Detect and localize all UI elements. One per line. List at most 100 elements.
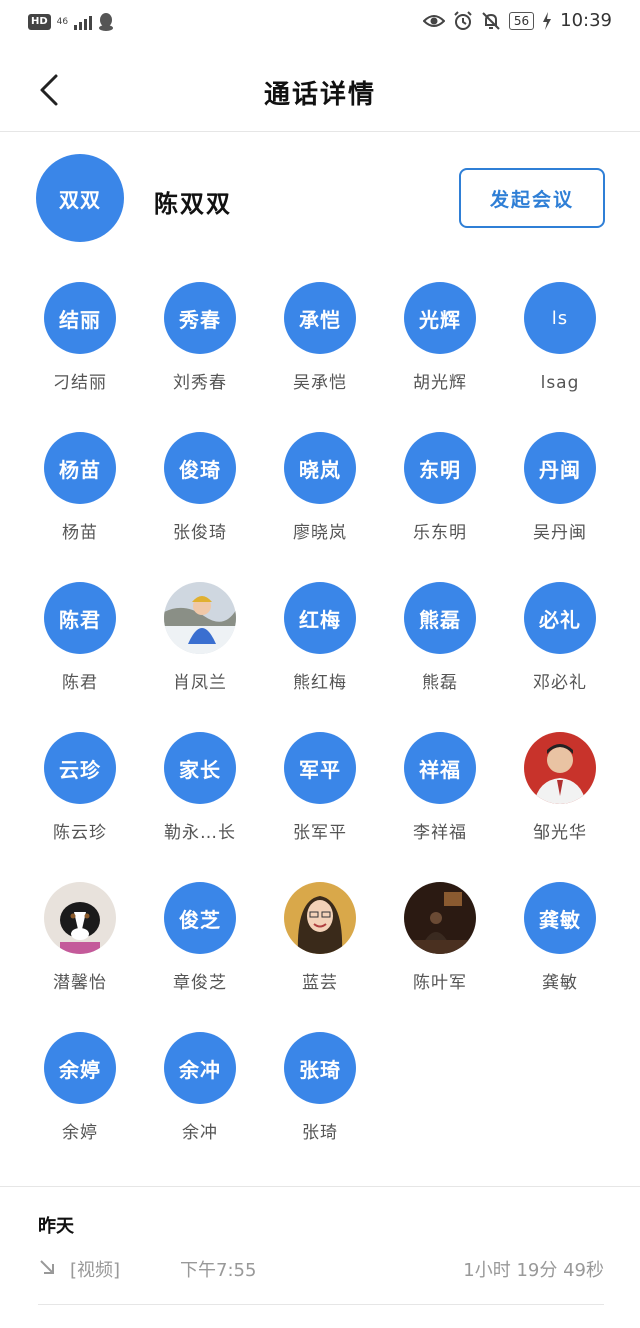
contact-name: 章俊芝 [173, 973, 227, 993]
contact-item[interactable]: 云珍 陈云珍 [20, 732, 140, 844]
page-title: 通话详情 [263, 80, 376, 110]
contact-avatar[interactable]: 云珍 [44, 732, 116, 804]
qq-icon [99, 13, 114, 31]
incoming-arrow-icon [40, 1260, 54, 1274]
contact-item[interactable]: 杨苗 杨苗 [20, 432, 140, 544]
contact-item[interactable]: 俊芝 章俊芝 [140, 882, 260, 994]
contact-photo-avatar[interactable] [524, 732, 596, 804]
contact-item[interactable]: 祥福 李祥福 [380, 732, 500, 844]
eye-icon [422, 14, 445, 27]
contact-photo-avatar[interactable] [284, 882, 356, 954]
contact-name: 熊磊 [422, 673, 458, 693]
contact-item[interactable]: 晓岚 廖晓岚 [260, 432, 380, 544]
contact-avatar[interactable]: 晓岚 [284, 432, 356, 504]
contact-name: 胡光辉 [413, 373, 467, 393]
contact-item[interactable]: 俊琦 张俊琦 [140, 432, 260, 544]
contact-name: 邹光华 [533, 823, 587, 843]
contact-item[interactable]: 张琦 张琦 [260, 1032, 380, 1144]
contact-item[interactable]: 陈君 陈君 [20, 582, 140, 694]
contact-avatar[interactable]: 俊芝 [164, 882, 236, 954]
contact-item[interactable]: 余冲 余冲 [140, 1032, 260, 1144]
contact-name: 吴丹闽 [533, 523, 587, 543]
contact-item[interactable]: 蓝芸 [260, 882, 380, 994]
contact-avatar[interactable]: 红梅 [284, 582, 356, 654]
contact-item[interactable]: 丹闽 吴丹闽 [500, 432, 620, 544]
status-time: 10:39 [560, 10, 612, 31]
contact-name: 刘秀春 [173, 373, 227, 393]
section-divider [0, 1186, 640, 1187]
contact-item[interactable]: 军平 张军平 [260, 732, 380, 844]
battery-level: 56 [508, 11, 535, 30]
alarm-icon [454, 10, 472, 30]
contact-item[interactable]: 秀春 刘秀春 [140, 282, 260, 394]
owner-avatar[interactable]: 双双 [36, 154, 124, 242]
status-bar: HD 46 56 10:39 [0, 0, 640, 48]
contact-avatar[interactable]: 家长 [164, 732, 236, 804]
contact-item[interactable]: 家长勒永…长 [140, 732, 260, 844]
start-meeting-button[interactable]: 发起会议 [459, 168, 605, 228]
call-owner: 双双 陈双双 发起会议 [0, 152, 640, 244]
contact-avatar[interactable]: 龚敏 [524, 882, 596, 954]
hd-badge: HD [28, 14, 51, 30]
contact-name: 勒永…长 [164, 823, 236, 843]
contact-name: 肖凤兰 [173, 673, 227, 693]
contact-item[interactable]: 邹光华 [500, 732, 620, 844]
contact-avatar[interactable]: 东明 [404, 432, 476, 504]
contact-item[interactable]: 光辉 胡光辉 [380, 282, 500, 394]
call-time: 下午7:55 [180, 1260, 257, 1281]
contact-avatar[interactable]: 余冲 [164, 1032, 236, 1104]
contact-name: 乐东明 [413, 523, 467, 543]
contact-item[interactable]: 熊磊 熊磊 [380, 582, 500, 694]
participants-grid: 结丽 刁结丽 秀春 刘秀春 承恺 吴承恺 光辉 胡光辉 ls lsag 杨苗 杨苗 俊琦 张俊琦 晓岚 廖晓岚… [20, 282, 620, 1144]
signal-icon [74, 14, 93, 30]
contact-name: 吴承恺 [293, 373, 347, 393]
call-record[interactable]: [视频] 下午7:55 1小时 19分 49秒 [38, 1254, 604, 1286]
contact-avatar[interactable]: ls [524, 282, 596, 354]
contact-name: lsag [540, 373, 580, 393]
contact-name: 潜馨怡 [53, 973, 107, 993]
contact-item[interactable]: ls lsag [500, 282, 620, 394]
contact-avatar[interactable]: 秀春 [164, 282, 236, 354]
contact-item[interactable]: 龚敏 龚敏 [500, 882, 620, 994]
contact-item[interactable]: 结丽 刁结丽 [20, 282, 140, 394]
charging-icon [543, 11, 552, 30]
contact-avatar[interactable]: 张琦 [284, 1032, 356, 1104]
contact-avatar[interactable]: 必礼 [524, 582, 596, 654]
contact-avatar[interactable]: 祥福 [404, 732, 476, 804]
contact-avatar[interactable]: 熊磊 [404, 582, 476, 654]
history-date: 昨天 [38, 1216, 74, 1237]
contact-item[interactable]: 东明 乐东明 [380, 432, 500, 544]
contact-item[interactable]: 肖凤兰 [140, 582, 260, 694]
call-duration: 1小时 19分 49秒 [463, 1260, 604, 1281]
contact-avatar[interactable]: 陈君 [44, 582, 116, 654]
contact-avatar[interactable]: 俊琦 [164, 432, 236, 504]
contact-name: 陈云珍 [53, 823, 107, 843]
contact-avatar[interactable]: 丹闽 [524, 432, 596, 504]
contact-name: 熊红梅 [293, 673, 347, 693]
contact-item[interactable]: 必礼 邓必礼 [500, 582, 620, 694]
contact-item[interactable]: 余婷 余婷 [20, 1032, 140, 1144]
contact-name: 张琦 [302, 1123, 338, 1143]
contact-name: 蓝芸 [302, 973, 338, 993]
call-type: [视频] [70, 1260, 121, 1281]
contact-avatar[interactable]: 承恺 [284, 282, 356, 354]
contact-item[interactable]: 潜馨怡 [20, 882, 140, 994]
contact-avatar[interactable]: 光辉 [404, 282, 476, 354]
status-left: HD 46 [28, 12, 114, 32]
page-header: 通话详情 [0, 48, 640, 132]
contact-photo-avatar[interactable] [44, 882, 116, 954]
contact-avatar[interactable]: 余婷 [44, 1032, 116, 1104]
contact-photo-avatar[interactable] [164, 582, 236, 654]
contact-photo-avatar[interactable] [404, 882, 476, 954]
contact-avatar[interactable]: 军平 [284, 732, 356, 804]
contact-item[interactable]: 陈叶军 [380, 882, 500, 994]
contact-name: 杨苗 [62, 523, 98, 543]
network-type: 46 [56, 17, 69, 27]
contact-name: 龚敏 [542, 973, 578, 993]
contact-item[interactable]: 红梅 熊红梅 [260, 582, 380, 694]
contact-item[interactable]: 承恺 吴承恺 [260, 282, 380, 394]
contact-name: 廖晓岚 [293, 523, 347, 543]
contact-avatar[interactable]: 结丽 [44, 282, 116, 354]
contact-avatar[interactable]: 杨苗 [44, 432, 116, 504]
contact-name: 余婷 [62, 1123, 98, 1143]
